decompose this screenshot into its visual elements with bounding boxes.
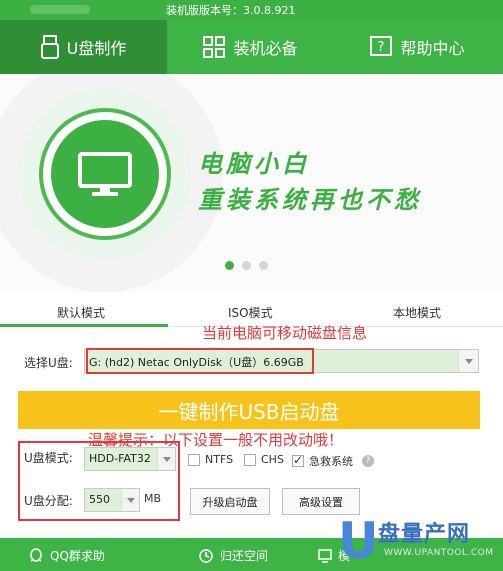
- main-nav: U盘制作 装机必备 ? 帮助中心: [0, 20, 503, 74]
- watermark-text: 盘量产网: [378, 522, 471, 547]
- checkbox-box-checked[interactable]: [292, 453, 304, 467]
- watermark-url: WWW.UPANTOOL.COM: [384, 548, 494, 558]
- carousel-dot[interactable]: [242, 261, 251, 270]
- help-icon: ?: [370, 36, 393, 56]
- qq-icon: [30, 547, 42, 562]
- tab-default-mode[interactable]: 默认模式: [57, 304, 105, 321]
- restore-space-link[interactable]: 归还空间: [198, 547, 268, 564]
- advanced-settings-button[interactable]: 高级设置: [282, 488, 360, 515]
- promo-banner: 电脑小白 重装系统再也不愁: [0, 74, 503, 292]
- slogan-line-2: 重装系统再也不愁: [198, 185, 422, 214]
- tab-label: U盘制作: [66, 39, 127, 58]
- carousel-dots: [225, 261, 268, 270]
- carousel-dot[interactable]: [259, 261, 268, 270]
- title-bar: 装机版版本号：3.0.8.921: [0, 0, 503, 20]
- rescue-system-checkbox[interactable]: 急救系统 ?: [292, 453, 374, 469]
- ntfs-checkbox[interactable]: NTFS: [188, 453, 233, 466]
- chevron-down-icon[interactable]: [458, 350, 478, 372]
- annotation-disk-info: 当前电脑可移动磁盘信息: [202, 324, 368, 342]
- upgrade-boot-disk-button[interactable]: 升级启动盘: [190, 488, 270, 515]
- checkbox-box[interactable]: [244, 453, 256, 466]
- svg-text:?: ?: [378, 40, 385, 55]
- tab-usb-make[interactable]: U盘制作: [0, 20, 167, 74]
- watermark-logo-letter: U: [338, 512, 379, 570]
- active-tab-indicator: [0, 324, 168, 327]
- restore-icon: [199, 548, 213, 563]
- qq-help-label: QQ群求助: [50, 549, 105, 563]
- tab-label: 装机必备: [233, 39, 298, 58]
- annotation-highlight-disk: [86, 348, 314, 374]
- rescue-label: 急救系统: [309, 455, 353, 468]
- chs-checkbox[interactable]: CHS: [244, 453, 284, 466]
- restore-space-label: 归还空间: [220, 549, 269, 563]
- question-icon[interactable]: ?: [362, 455, 374, 467]
- tab-help-center[interactable]: ? 帮助中心: [334, 20, 501, 74]
- usb-icon: [40, 35, 59, 59]
- checkbox-box[interactable]: [188, 453, 200, 466]
- grid-icon: [203, 36, 226, 58]
- qq-help-link[interactable]: QQ群求助: [28, 547, 105, 564]
- carousel-dot[interactable]: [225, 261, 234, 270]
- chs-label: CHS: [261, 453, 284, 466]
- make-usb-boot-button[interactable]: 一键制作USB启动盘: [18, 391, 480, 429]
- tab-essentials[interactable]: 装机必备: [167, 20, 334, 74]
- version-text: 装机版版本号：3.0.8.921: [166, 4, 296, 17]
- app-title-blurred: [30, 5, 90, 14]
- tab-label: 帮助中心: [400, 39, 465, 58]
- annotation-highlight-settings: [18, 441, 180, 521]
- watermark: U 盘量产网 WWW.UPANTOOL.COM: [328, 512, 503, 571]
- slogan-line-1: 电脑小白: [198, 149, 310, 178]
- tab-iso-mode[interactable]: ISO模式: [228, 304, 273, 321]
- disk-select-label: 选择U盘:: [24, 356, 73, 370]
- ntfs-label: NTFS: [205, 453, 234, 466]
- tab-local-mode[interactable]: 本地模式: [393, 304, 441, 321]
